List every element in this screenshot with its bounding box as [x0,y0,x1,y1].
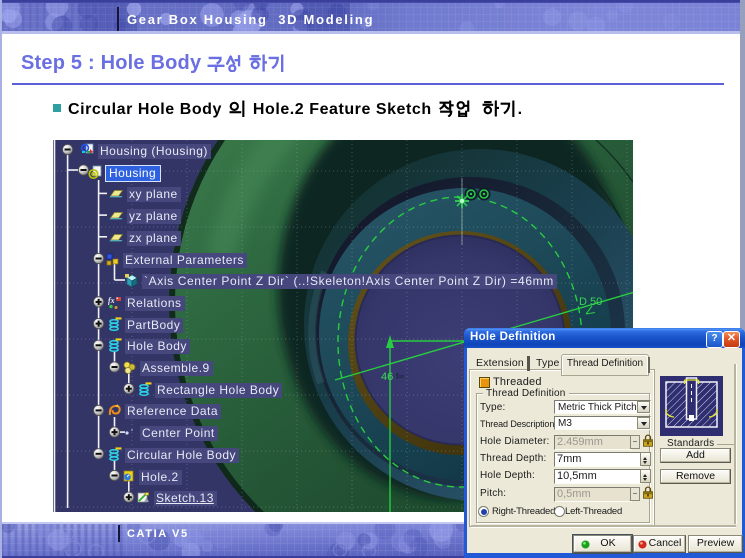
svg-text:D 50: D 50 [579,296,602,308]
svg-text:f∞: f∞ [396,372,404,381]
svg-text:fx: fx [108,296,115,305]
svg-text:46: 46 [381,371,393,383]
